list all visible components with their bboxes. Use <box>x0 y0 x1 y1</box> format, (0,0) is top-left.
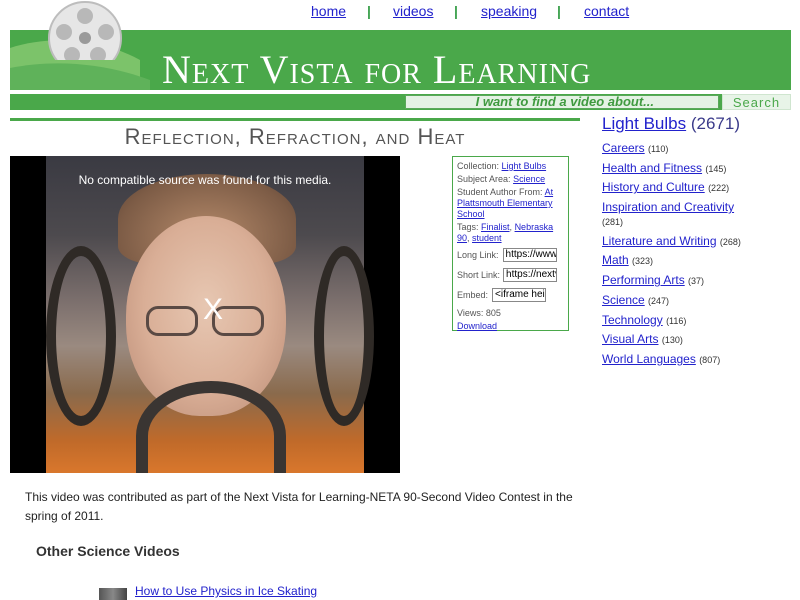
list-item: Health and Fitness (145) <box>602 161 752 176</box>
nav-separator: | <box>454 3 458 19</box>
category-link[interactable]: Performing Arts <box>602 273 685 287</box>
other-videos-heading: Other Science Videos <box>36 543 180 559</box>
views-row: Views: 805 <box>457 308 564 319</box>
video-info-box: Collection: Light Bulbs Subject Area: Sc… <box>452 156 569 331</box>
nav-videos-link[interactable]: videos <box>393 3 433 19</box>
category-link[interactable]: Careers <box>602 141 645 155</box>
video-thumbnail[interactable] <box>99 588 127 600</box>
short-link-row: Short Link: https://nextv.is <box>457 268 564 282</box>
list-item: Inspiration and Creativity (281) <box>602 200 752 229</box>
category-count: (110) <box>648 144 669 154</box>
nav-home-link[interactable]: home <box>311 3 346 19</box>
close-icon[interactable]: X <box>193 293 233 327</box>
sidebar-heading: Light Bulbs (2671) <box>602 114 740 134</box>
site-title: Next Vista for Learning <box>162 47 592 90</box>
long-link-field[interactable]: https://www.nextvista.org <box>502 248 557 262</box>
site-banner[interactable]: Next Vista for Learning <box>10 30 791 90</box>
film-reel-icon <box>48 1 122 60</box>
category-link[interactable]: Technology <box>602 313 663 327</box>
views-label: Views: <box>457 308 484 318</box>
category-count: (145) <box>705 163 727 174</box>
category-count: (130) <box>661 335 683 346</box>
category-link[interactable]: Visual Arts <box>602 332 658 346</box>
list-item: Science (247) <box>602 293 752 308</box>
title-divider <box>10 118 580 121</box>
player-error-message: No compatible source was found for this … <box>78 173 332 187</box>
subject-link[interactable]: Science <box>513 174 545 184</box>
category-count: (37) <box>688 276 705 287</box>
subject-row: Subject Area: Science <box>457 174 564 185</box>
nav-separator: | <box>557 3 561 19</box>
collection-label: Collection: <box>457 161 500 171</box>
category-link[interactable]: Science <box>602 293 645 307</box>
list-item: Careers (110) <box>602 141 752 156</box>
top-nav: home | videos | speaking | contact <box>300 3 640 21</box>
long-link-label: Long Link: <box>457 249 499 260</box>
nav-separator: | <box>367 3 371 19</box>
list-item: Visual Arts (130) <box>602 332 752 347</box>
list-item: Technology (116) <box>602 313 752 328</box>
tags-label: Tags: <box>457 222 479 232</box>
nav-contact-link[interactable]: contact <box>584 3 629 19</box>
category-link[interactable]: Math <box>602 253 629 267</box>
download-link[interactable]: Download <box>457 321 497 331</box>
category-count: (268) <box>719 236 741 247</box>
author-row: Student Author From: At Plattsmouth Elem… <box>457 187 564 220</box>
list-item: History and Culture (222) <box>602 180 752 195</box>
category-count: (116) <box>666 315 687 326</box>
category-link[interactable]: Health and Fitness <box>602 161 702 175</box>
category-count: (247) <box>648 295 670 306</box>
video-description: This video was contributed as part of th… <box>25 490 573 523</box>
category-count: (807) <box>699 354 721 365</box>
views-count: 805 <box>485 308 501 318</box>
tag-link[interactable]: Finalist <box>481 222 510 232</box>
search-button[interactable]: Search <box>722 94 791 110</box>
category-count: (222) <box>708 183 730 194</box>
category-count: (323) <box>632 256 654 267</box>
category-count: (281) <box>602 217 624 228</box>
short-link-label: Short Link: <box>457 269 501 280</box>
embed-label: Embed: <box>457 289 489 300</box>
category-link[interactable]: World Languages <box>602 352 696 366</box>
category-link[interactable]: Inspiration and Creativity <box>602 200 734 214</box>
tag-link[interactable]: student <box>472 233 502 243</box>
tags-row: Tags: Finalist, Nebraska 90, student <box>457 222 554 243</box>
light-bulbs-link[interactable]: Light Bulbs <box>602 114 686 133</box>
long-link-row: Long Link: https://www.nextvista.org <box>457 248 564 262</box>
search-input[interactable]: I want to find a video about... <box>405 95 719 109</box>
short-link-field[interactable]: https://nextv.is <box>503 268 558 282</box>
list-item: Math (323) <box>602 253 752 268</box>
video-title: Reflection, Refraction, and Heat <box>124 124 466 149</box>
collection-row: Collection: Light Bulbs <box>457 161 564 172</box>
nav-speaking-link[interactable]: speaking <box>481 3 537 19</box>
category-list: Careers (110) Health and Fitness (145) H… <box>602 141 752 372</box>
embed-code-field[interactable]: <iframe height <box>492 288 547 302</box>
video-player[interactable]: No compatible source was found for this … <box>10 156 400 473</box>
collection-link[interactable]: Light Bulbs <box>502 161 547 171</box>
list-item: Performing Arts (37) <box>602 273 752 288</box>
other-video-link[interactable]: How to Use Physics in Ice Skating <box>135 584 317 598</box>
category-link[interactable]: History and Culture <box>602 180 705 194</box>
list-item: Literature and Writing (268) <box>602 234 752 249</box>
embed-row: Embed: <iframe height <box>457 288 564 302</box>
light-bulbs-count: (2671) <box>690 114 740 133</box>
category-link[interactable]: Literature and Writing <box>602 234 717 248</box>
author-label: Student Author From: <box>457 187 543 197</box>
subject-label: Subject Area: <box>457 174 511 184</box>
list-item: World Languages (807) <box>602 352 752 367</box>
